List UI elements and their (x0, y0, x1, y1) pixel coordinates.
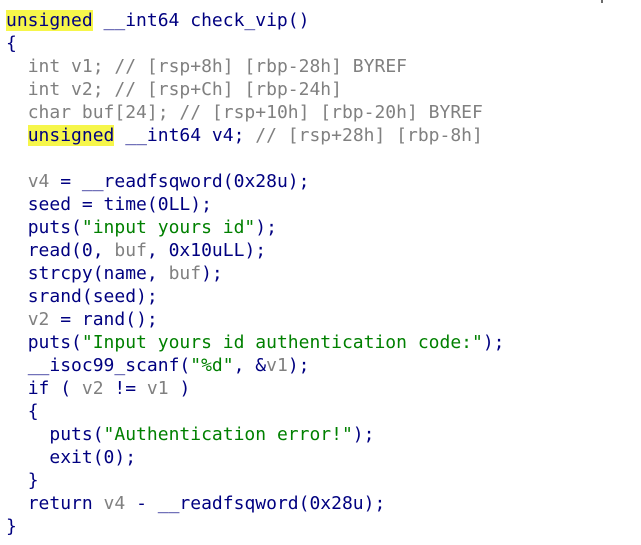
code-token-comment[interactable]: // [rsp+8h] [rbp-28h] BYREF (114, 56, 407, 77)
code-token-var[interactable]: v1 (147, 378, 169, 399)
code-token-comment[interactable]: // [rsp+Ch] [rbp-24h] (114, 79, 342, 100)
code-line[interactable]: } (6, 515, 505, 538)
code-token-plain[interactable]: if ( (28, 378, 82, 399)
code-token-plain[interactable]: , 0x10uLL); (147, 240, 266, 261)
code-token-string[interactable]: "Input yours id authentication code:" (82, 332, 483, 353)
code-token-var[interactable]: buf (169, 263, 202, 284)
code-token-plain[interactable]: ) (169, 378, 190, 399)
code-token-plain[interactable]: exit(0); (49, 447, 136, 468)
code-token-var[interactable]: v4 (104, 493, 126, 514)
code-token-punct[interactable]: { (6, 33, 17, 54)
code-token-punct[interactable]: } (28, 470, 39, 491)
code-token-var[interactable]: v2 (82, 378, 104, 399)
code-token-punct[interactable]: { (28, 401, 39, 422)
code-token-plain[interactable]: return (28, 493, 104, 514)
code-line[interactable]: v2 = rand(); (6, 308, 505, 331)
code-line[interactable]: __isoc99_scanf("%d", &v1); (6, 354, 505, 377)
code-line[interactable]: seed = time(0LL); (6, 193, 505, 216)
code-token-plain[interactable]: puts( (49, 424, 103, 445)
code-token-plain[interactable]: ); (483, 332, 505, 353)
code-token-plain[interactable]: puts( (28, 217, 82, 238)
highlighted-keyword[interactable]: unsigned (27, 125, 115, 146)
code-token-plain[interactable]: __int64 check_vip() (93, 10, 310, 31)
pseudocode-viewer[interactable]: unsigned __int64 check_vip(){ int v1; //… (0, 0, 641, 545)
code-token-var[interactable]: v1 (266, 355, 288, 376)
code-token-var[interactable]: int v2; (28, 79, 115, 100)
code-token-plain[interactable]: ); (255, 217, 277, 238)
code-token-string[interactable]: "input yours id" (82, 217, 255, 238)
code-token-plain[interactable]: __int64 v4; (114, 125, 255, 146)
code-token-plain[interactable]: strcpy(name, (28, 263, 169, 284)
code-token-comment[interactable]: // [rsp+28h] [rbp-8h] (255, 125, 483, 146)
code-token-plain[interactable]: = rand(); (49, 309, 158, 330)
code-line[interactable]: unsigned __int64 v4; // [rsp+28h] [rbp-8… (6, 124, 505, 147)
code-token-plain[interactable]: ); (201, 263, 223, 284)
code-token-string[interactable]: "Authentication error!" (104, 424, 353, 445)
code-line[interactable]: puts("input yours id"); (6, 216, 505, 239)
code-line[interactable]: { (6, 32, 505, 55)
code-token-plain[interactable]: seed = time(0LL); (28, 194, 212, 215)
code-line[interactable]: int v2; // [rsp+Ch] [rbp-24h] (6, 78, 505, 101)
code-token-plain[interactable]: = __readfsqword(0x28u); (49, 171, 309, 192)
code-token-var[interactable]: buf (114, 240, 147, 261)
code-token-string[interactable]: "%d" (190, 355, 233, 376)
code-line[interactable]: srand(seed); (6, 285, 505, 308)
code-line[interactable]: unsigned __int64 check_vip() (6, 9, 505, 32)
code-line[interactable] (6, 147, 505, 170)
code-token-plain[interactable]: , & (234, 355, 267, 376)
code-token-plain[interactable]: __isoc99_scanf( (28, 355, 191, 376)
code-line[interactable]: char buf[24]; // [rsp+10h] [rbp-20h] BYR… (6, 101, 505, 124)
code-token-plain[interactable]: srand(seed); (28, 286, 158, 307)
code-token-plain[interactable]: puts( (28, 332, 82, 353)
pseudocode-listing[interactable]: unsigned __int64 check_vip(){ int v1; //… (6, 9, 505, 538)
code-token-plain[interactable]: ); (288, 355, 310, 376)
code-token-var[interactable]: v2 (28, 309, 50, 330)
window-edge-mark (601, 0, 603, 3)
code-line[interactable]: strcpy(name, buf); (6, 262, 505, 285)
code-line[interactable]: } (6, 469, 505, 492)
code-line[interactable]: { (6, 400, 505, 423)
code-token-var[interactable]: int v1; (28, 56, 115, 77)
code-line[interactable]: read(0, buf, 0x10uLL); (6, 239, 505, 262)
highlighted-keyword[interactable]: unsigned (6, 10, 93, 31)
code-line[interactable]: if ( v2 != v1 ) (6, 377, 505, 400)
code-line[interactable]: puts("Authentication error!"); (6, 423, 505, 446)
code-token-var[interactable]: char buf[24]; (28, 102, 180, 123)
code-token-var[interactable]: v4 (28, 171, 50, 192)
code-token-punct[interactable]: } (6, 516, 17, 537)
code-token-plain[interactable]: - __readfsqword(0x28u); (125, 493, 385, 514)
code-token-plain[interactable]: ); (353, 424, 375, 445)
code-line[interactable]: int v1; // [rsp+8h] [rbp-28h] BYREF (6, 55, 505, 78)
code-token-plain[interactable]: read(0, (28, 240, 115, 261)
code-line[interactable]: v4 = __readfsqword(0x28u); (6, 170, 505, 193)
code-line[interactable]: exit(0); (6, 446, 505, 469)
code-token-comment[interactable]: // [rsp+10h] [rbp-20h] BYREF (179, 102, 482, 123)
code-token-plain[interactable]: != (104, 378, 147, 399)
code-line[interactable]: puts("Input yours id authentication code… (6, 331, 505, 354)
code-line[interactable]: return v4 - __readfsqword(0x28u); (6, 492, 505, 515)
